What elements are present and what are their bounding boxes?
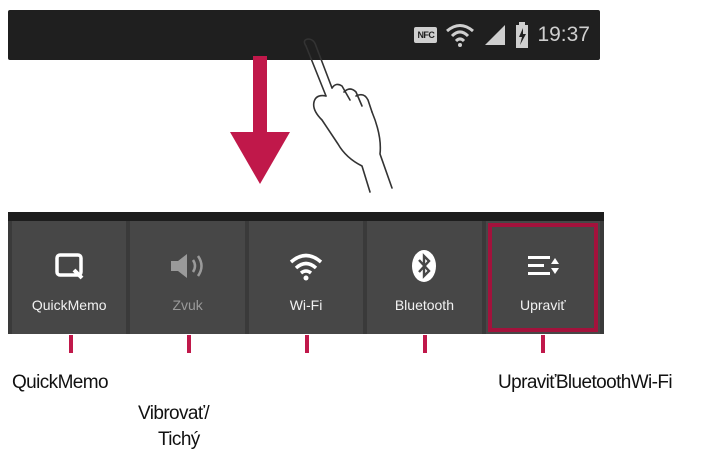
wifi-label: Wi-Fi <box>289 297 323 313</box>
quickmemo-icon <box>54 245 84 287</box>
swipe-hand-icon <box>303 38 393 193</box>
quickmemo-label: QuickMemo <box>31 297 107 313</box>
sound-label: Zvuk <box>172 297 203 313</box>
edit-list-icon <box>525 245 561 287</box>
callout-quickmemo: QuickMemo <box>12 372 109 393</box>
tick-edit <box>541 335 545 353</box>
status-icons: NFC 19:37 <box>414 10 590 60</box>
tick-wifi <box>305 335 309 353</box>
callout-vibrovat-line2: Tichý <box>158 429 200 450</box>
wifi-button[interactable]: Wi-Fi <box>248 221 364 334</box>
signal-icon <box>485 25 506 45</box>
callout-vibrovat-line1: Vibrovať/ <box>138 403 210 424</box>
edit-label: Upraviť <box>519 297 566 313</box>
tick-sound <box>187 335 191 353</box>
sound-button[interactable]: Zvuk <box>130 221 245 334</box>
wifi-status-icon <box>446 24 475 47</box>
edit-button[interactable]: Upraviť <box>485 221 601 334</box>
quickmemo-button[interactable]: QuickMemo <box>12 221 127 334</box>
tick-quickmemo <box>69 335 73 353</box>
tick-bluetooth <box>423 335 427 353</box>
quick-settings-bar: QuickMemo Zvuk Wi-Fi Bluetooth Upraviť <box>8 212 604 334</box>
pull-down-arrow-icon <box>230 56 290 184</box>
bluetooth-label: Bluetooth <box>394 297 454 313</box>
bluetooth-button[interactable]: Bluetooth <box>367 221 482 334</box>
battery-icon <box>516 22 529 48</box>
status-time: 19:37 <box>537 23 590 46</box>
callout-upravit: UpraviťBluetoothWi-Fi <box>498 372 673 393</box>
bluetooth-icon <box>411 245 437 287</box>
nfc-icon: NFC <box>414 27 438 43</box>
wifi-icon <box>288 245 324 287</box>
speaker-icon <box>168 245 208 287</box>
